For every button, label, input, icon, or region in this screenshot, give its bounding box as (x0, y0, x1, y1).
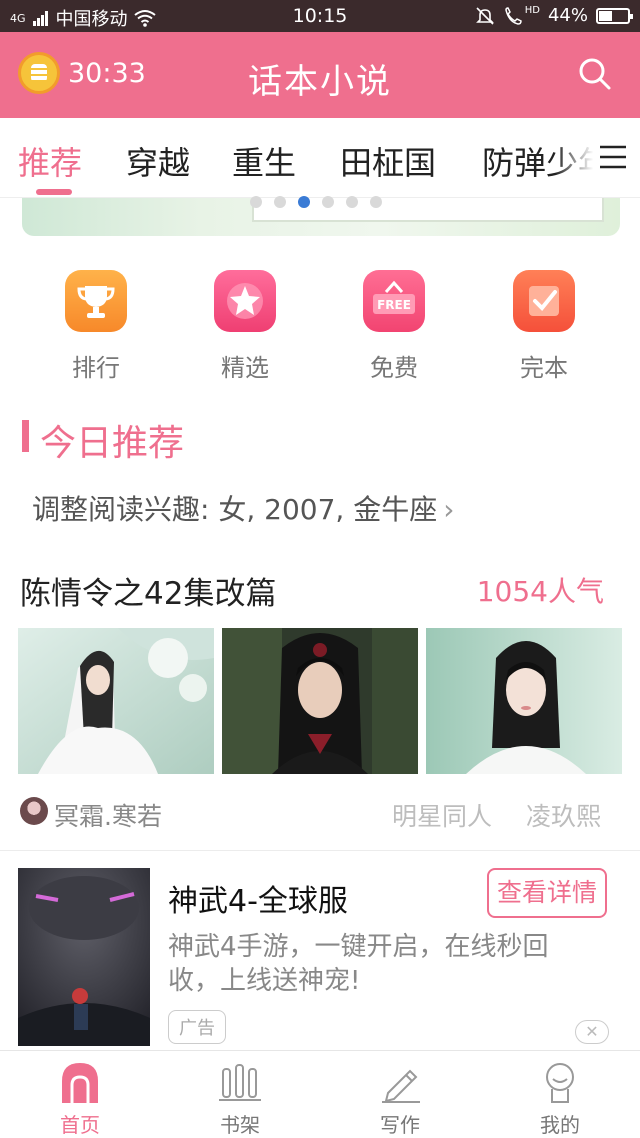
carousel-dot (274, 196, 286, 208)
bell-muted-icon (475, 6, 494, 25)
status-bar: 4G 中国移动 10:15 HD 44% (0, 0, 640, 32)
phone-hd-icon (504, 6, 522, 25)
carousel-dot-active (298, 196, 310, 208)
book-cover-image[interactable] (18, 628, 214, 774)
divider (0, 850, 640, 851)
star-icon (214, 270, 276, 332)
category-completed[interactable]: 完本 (484, 270, 604, 383)
tab-rebirth[interactable]: 重生 (232, 138, 296, 184)
free-badge-text: FREE (377, 298, 411, 312)
pencil-icon (378, 1061, 422, 1103)
tab-time-travel[interactable]: 穿越 (126, 138, 190, 184)
carousel-dots (250, 196, 382, 208)
book-cover-image[interactable] (426, 628, 622, 774)
menu-icon[interactable] (598, 144, 628, 170)
category-label: 免费 (370, 354, 418, 382)
interest-text: 调整阅读兴趣: 女, 2007, 金牛座 (32, 493, 438, 526)
section-accent-bar (22, 420, 29, 452)
bottom-navigation: 首页 书架 写作 我的 (0, 1050, 640, 1138)
category-ranking[interactable]: 排行 (36, 270, 156, 383)
category-label: 精选 (221, 354, 269, 382)
ad-title[interactable]: 神武4-全球服 (168, 876, 348, 920)
category-label: 完本 (520, 354, 568, 382)
tab-jungkook[interactable]: 田柾国 (340, 138, 436, 184)
category-free[interactable]: FREE 免费 (334, 270, 454, 383)
nav-write[interactable]: 写作 (340, 1061, 460, 1138)
chevron-right-icon: › (443, 493, 455, 526)
close-icon[interactable]: ✕ (575, 1020, 609, 1044)
nav-label: 写作 (380, 1113, 420, 1137)
book-cover-image[interactable] (222, 628, 418, 774)
tab-recommend[interactable]: 推荐 (18, 138, 82, 184)
reading-interest-link[interactable]: 调整阅读兴趣: 女, 2007, 金牛座 › (32, 488, 454, 528)
author-avatar[interactable] (20, 797, 48, 825)
battery-icon (596, 7, 633, 24)
carousel-dot (322, 196, 334, 208)
book-tag[interactable]: 明星同人 (392, 797, 492, 833)
ad-description[interactable]: 神武4手游，一键开启，在线秒回收，上线送神宠! (168, 930, 588, 998)
status-right: HD 44% (475, 5, 633, 26)
app-header: 30:33 话本小说 (0, 32, 640, 118)
carousel-dot (250, 196, 262, 208)
nav-label: 首页 (60, 1113, 100, 1137)
carousel-dot (370, 196, 382, 208)
nav-bookshelf[interactable]: 书架 (180, 1061, 300, 1138)
category-tabs: 推荐 穿越 重生 田柾国 防弹少年 (0, 118, 640, 198)
trophy-icon (65, 270, 127, 332)
nav-label: 我的 (540, 1113, 580, 1137)
featured-book-title[interactable]: 陈情令之42集改篇 (20, 568, 276, 613)
author-name[interactable]: 冥霜.寒若 (54, 797, 162, 833)
active-tab-indicator (36, 189, 72, 195)
free-icon: FREE (363, 270, 425, 332)
view-details-button[interactable]: 查看详情 (487, 868, 607, 918)
user-icon (538, 1061, 582, 1103)
nav-home[interactable]: 首页 (20, 1061, 140, 1138)
section-title: 今日推荐 (40, 423, 185, 464)
book-tag[interactable]: 凌玖熙 (526, 797, 601, 833)
search-icon[interactable] (578, 57, 612, 91)
nav-label: 书架 (220, 1113, 260, 1137)
battery-fill (599, 10, 613, 21)
nav-me[interactable]: 我的 (500, 1061, 620, 1138)
battery-percent: 44% (547, 5, 588, 26)
checkbox-icon (513, 270, 575, 332)
category-label: 排行 (72, 354, 120, 382)
hd-label: HD (524, 5, 540, 16)
carousel-dot (346, 196, 358, 208)
category-featured[interactable]: 精选 (185, 270, 305, 383)
app-title: 话本小说 (248, 62, 392, 102)
home-icon (58, 1061, 102, 1103)
popularity-count: 1054人气 (476, 575, 604, 608)
ad-image[interactable] (18, 868, 150, 1046)
bookshelf-icon (218, 1061, 262, 1103)
ad-label: 广告 (168, 1010, 226, 1044)
